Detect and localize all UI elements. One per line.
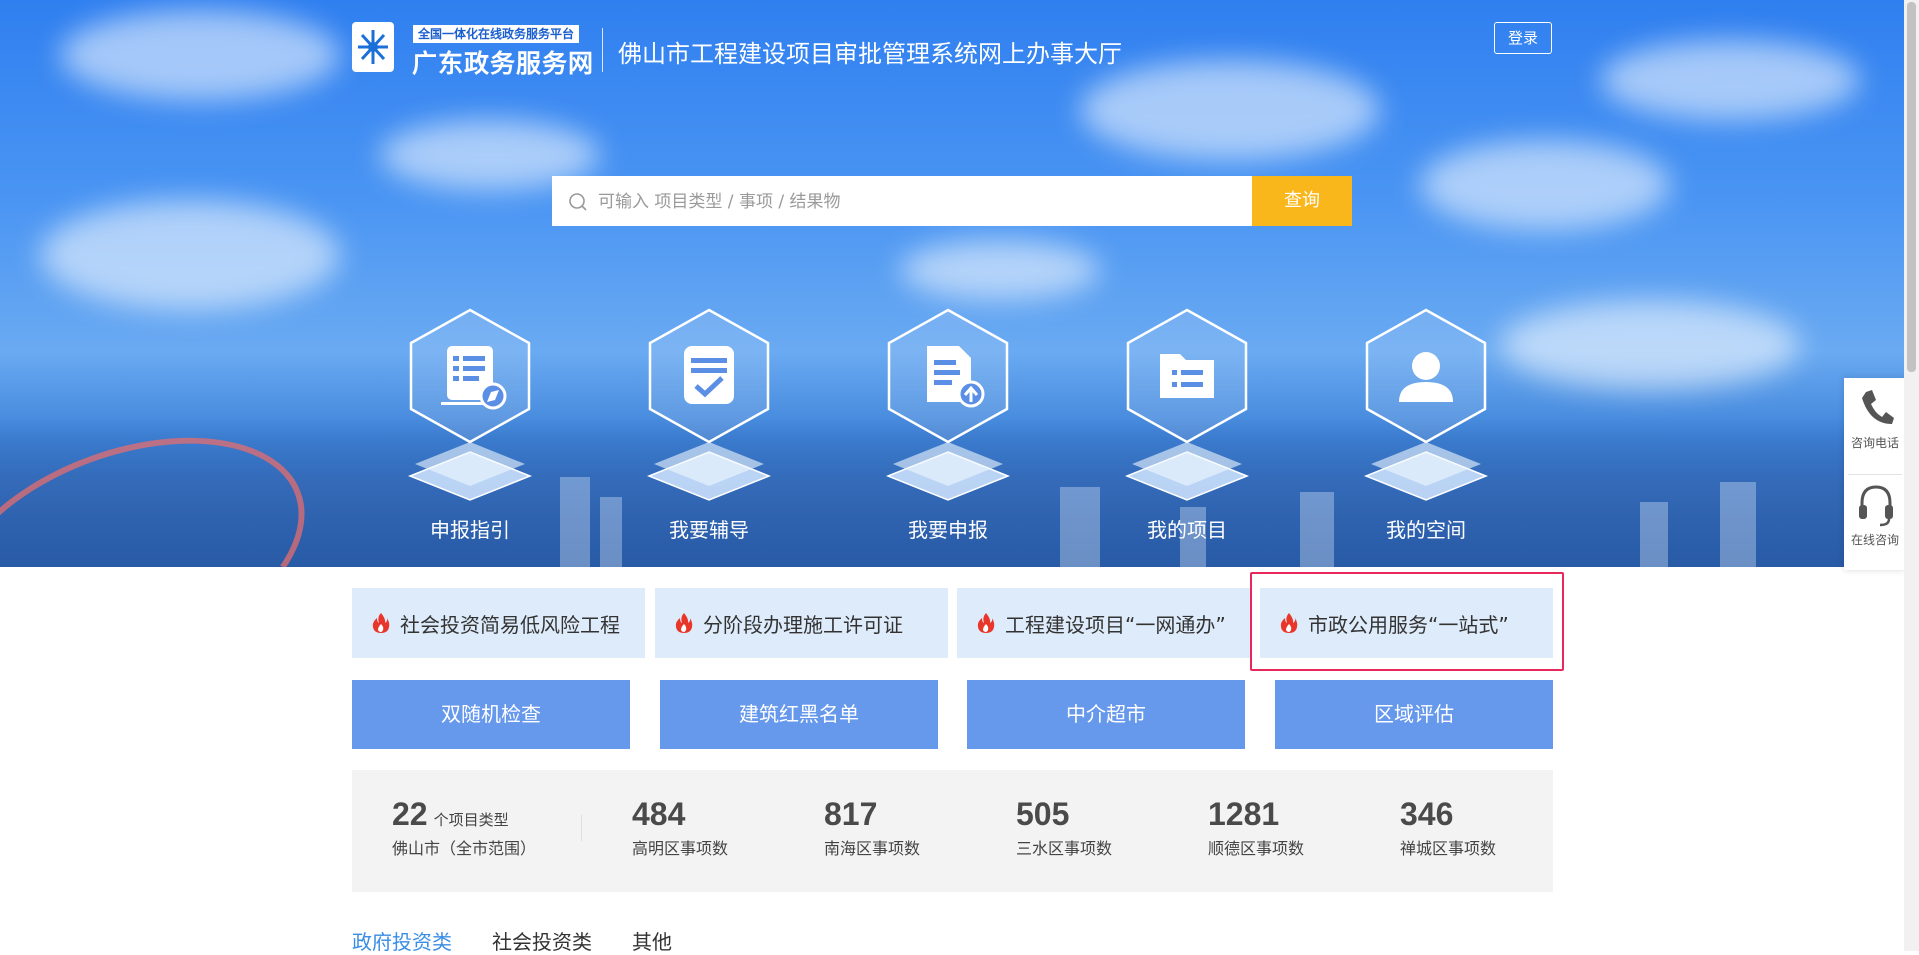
nav-coaching[interactable]: 我要辅导 <box>634 308 784 548</box>
hot-link-label: 分阶段办理施工许可证 <box>703 612 903 637</box>
cloud <box>1500 300 1800 390</box>
search-button[interactable]: 查询 <box>1252 176 1352 226</box>
cloud <box>1600 40 1860 120</box>
fire-icon <box>372 613 390 633</box>
login-button[interactable]: 登录 <box>1494 22 1552 54</box>
divider <box>581 815 582 841</box>
nav-label: 我的项目 <box>1147 518 1227 542</box>
cloud <box>1420 140 1670 230</box>
clipboard-check-icon <box>684 346 734 404</box>
search-icon <box>569 193 587 211</box>
hexagon-frame <box>648 308 770 444</box>
stat-district: 817 南海区事项数 <box>824 796 920 859</box>
folder-list-icon <box>1160 354 1214 398</box>
nav-my-space[interactable]: 我的空间 <box>1351 308 1501 548</box>
stat-desc: 三水区事项数 <box>1016 839 1113 858</box>
stats-panel: 22 个项目类型 佛山市（全市范围） 484 高明区事项数 817 南海区事项数 … <box>352 770 1553 892</box>
hot-link-one-network[interactable]: 工程建设项目“一网通办” <box>957 588 1251 658</box>
stat-number: 505 <box>1016 796 1070 832</box>
stat-number: 22 <box>392 796 428 832</box>
floating-contact-panel: 咨询电话 在线咨询 <box>1844 378 1906 570</box>
hot-link-construction-permit[interactable]: 分阶段办理施工许可证 <box>655 588 948 658</box>
logo-tagline: 全国一体化在线政务服务平台 <box>413 25 580 43</box>
selection-highlight <box>1250 572 1564 671</box>
search-box <box>552 176 1252 228</box>
float-label: 在线咨询 <box>1850 533 1899 547</box>
stat-desc: 禅城区事项数 <box>1400 839 1497 858</box>
nav-label: 我的空间 <box>1386 518 1466 542</box>
double-random-inspection-button[interactable]: 双随机检查 <box>352 680 630 749</box>
hexagon-frame <box>409 308 531 444</box>
phone-icon <box>1862 390 1894 424</box>
nav-label: 我要辅导 <box>669 518 749 542</box>
fire-icon <box>977 613 995 633</box>
hexagon-frame <box>887 308 1009 444</box>
stat-total: 22 个项目类型 佛山市（全市范围） <box>392 796 536 859</box>
page-scrollbar[interactable] <box>1904 0 1919 951</box>
hot-link-label: 社会投资简易低风险工程 <box>400 612 620 637</box>
site-title: 佛山市工程建设项目审批管理系统网上办事大厅 <box>618 40 1122 68</box>
platform-base <box>1363 442 1489 501</box>
scrollbar-thumb[interactable] <box>1907 2 1916 372</box>
fire-icon <box>675 613 693 633</box>
consult-phone[interactable]: 咨询电话 <box>1844 378 1906 473</box>
nav-guide[interactable]: 申报指引 <box>395 308 545 548</box>
consult-online[interactable]: 在线咨询 <box>1844 475 1906 570</box>
guangdong-logo-icon <box>352 22 394 72</box>
search-bar: 查询 <box>552 176 1352 228</box>
cloud <box>900 240 1100 300</box>
float-label: 咨询电话 <box>1850 436 1899 450</box>
stat-district: 1281 顺德区事项数 <box>1208 796 1304 859</box>
stat-desc: 佛山市（全市范围） <box>392 839 537 858</box>
platform-base <box>646 442 772 501</box>
stat-number: 484 <box>632 796 686 832</box>
platform-base <box>885 442 1011 501</box>
stat-number: 817 <box>824 796 878 832</box>
stat-district: 505 三水区事项数 <box>1016 796 1112 859</box>
hexagon-frame <box>1126 308 1248 444</box>
building-blacklist-button[interactable]: 建筑红黑名单 <box>660 680 938 749</box>
cloud <box>40 200 340 310</box>
stat-district: 484 高明区事项数 <box>632 796 728 859</box>
nav-apply[interactable]: 我要申报 <box>873 308 1023 548</box>
stat-desc: 南海区事项数 <box>824 839 921 858</box>
search-input[interactable] <box>596 176 1120 228</box>
cloud <box>1080 60 1380 160</box>
stat-district: 346 禅城区事项数 <box>1400 796 1496 859</box>
nav-label: 我要申报 <box>908 518 988 542</box>
nav-my-projects[interactable]: 我的项目 <box>1112 308 1262 548</box>
platform-base <box>407 442 533 501</box>
logo-name: 广东政务服务网 <box>412 49 595 78</box>
stat-unit: 个项目类型 <box>433 811 509 829</box>
nav-label: 申报指引 <box>430 518 510 542</box>
hot-link-label: 工程建设项目“一网通办” <box>1005 612 1226 637</box>
cloud <box>60 10 340 100</box>
logo-divider <box>602 28 603 72</box>
hot-link-low-risk[interactable]: 社会投资简易低风险工程 <box>352 588 645 658</box>
stat-number: 1281 <box>1208 796 1280 832</box>
platform-base <box>1124 442 1250 501</box>
hero-banner: 全国一体化在线政务服务平台 广东政务服务网 佛山市工程建设项目审批管理系统网上办… <box>0 0 1919 567</box>
regional-assessment-button[interactable]: 区域评估 <box>1275 680 1553 749</box>
stat-desc: 高明区事项数 <box>632 839 729 858</box>
stat-desc: 顺德区事项数 <box>1208 839 1305 858</box>
headset-icon <box>1859 485 1893 527</box>
stat-number: 346 <box>1400 796 1454 832</box>
intermediary-market-button[interactable]: 中介超市 <box>967 680 1245 749</box>
hexagon-frame <box>1365 308 1487 444</box>
